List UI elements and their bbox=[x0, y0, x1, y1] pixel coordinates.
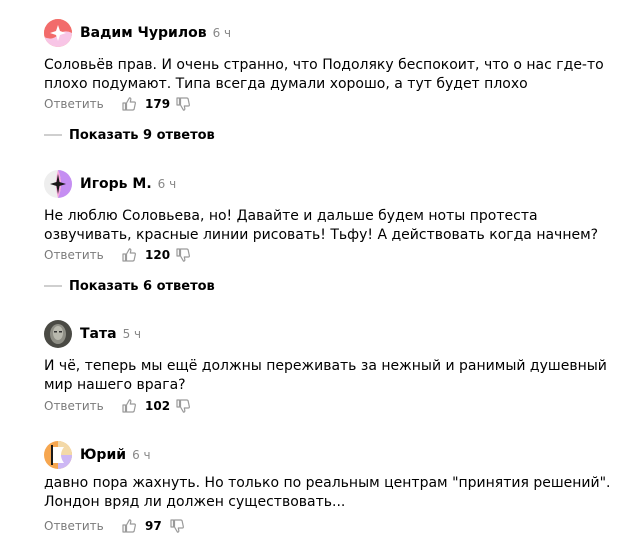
author-name[interactable]: Вадим Чурилов bbox=[80, 25, 207, 41]
thumbs-up-icon[interactable] bbox=[121, 518, 137, 534]
thumbs-up-icon[interactable] bbox=[121, 96, 137, 112]
reply-button[interactable]: Ответить bbox=[44, 245, 104, 265]
thumbs-down-icon[interactable] bbox=[175, 398, 191, 414]
reply-button[interactable]: Ответить bbox=[44, 396, 104, 416]
avatar[interactable] bbox=[44, 170, 72, 198]
like-count: 120 bbox=[145, 248, 171, 262]
avatar[interactable] bbox=[44, 441, 72, 469]
author-name[interactable]: Игорь М. bbox=[80, 176, 152, 192]
avatar[interactable] bbox=[44, 320, 72, 348]
thumbs-down-icon[interactable] bbox=[175, 96, 191, 112]
comment-author: Тата 5 ч bbox=[80, 324, 141, 344]
reply-button[interactable]: Ответить bbox=[44, 94, 104, 114]
comment-text: И чё, теперь мы ещё должны переживать за… bbox=[44, 358, 607, 393]
replies-divider bbox=[44, 133, 62, 136]
replies-divider bbox=[44, 284, 62, 287]
thumbs-up-icon[interactable] bbox=[121, 247, 137, 263]
thumbs-down-icon[interactable] bbox=[175, 247, 191, 263]
show-replies-label: Показать 9 ответов bbox=[69, 128, 215, 143]
comment-text: Не люблю Соловьева, но! Давайте и дальше… bbox=[44, 208, 599, 243]
show-replies-button[interactable]: Показать 6 ответов bbox=[44, 277, 215, 297]
like-count: 97 bbox=[145, 519, 162, 533]
comment-time: 5 ч bbox=[122, 327, 142, 341]
like-count: 179 bbox=[145, 97, 171, 111]
show-replies-label: Показать 6 ответов bbox=[69, 279, 215, 294]
comment-text: Соловьёв прав. И очень странно, что Подо… bbox=[44, 57, 604, 92]
comment-text: давно пора жахнуть. Но только по реальны… bbox=[44, 475, 611, 510]
reply-button[interactable]: Ответить bbox=[44, 516, 104, 536]
comment-author: Игорь М. 6 ч bbox=[80, 174, 176, 194]
avatar[interactable] bbox=[44, 19, 72, 47]
like-count: 102 bbox=[145, 399, 171, 413]
comment-author: Юрий 6 ч bbox=[80, 445, 151, 465]
author-name[interactable]: Тата bbox=[80, 326, 117, 342]
comment-time: 6 ч bbox=[157, 177, 177, 191]
thumbs-down-icon[interactable] bbox=[169, 518, 185, 534]
comment-time: 6 ч bbox=[212, 26, 232, 40]
thumbs-up-icon[interactable] bbox=[121, 398, 137, 414]
comment-time: 6 ч bbox=[132, 448, 151, 462]
show-replies-button[interactable]: Показать 9 ответов bbox=[44, 126, 215, 146]
comment-author: Вадим Чурилов 6 ч bbox=[80, 23, 231, 43]
author-name[interactable]: Юрий bbox=[80, 447, 126, 463]
